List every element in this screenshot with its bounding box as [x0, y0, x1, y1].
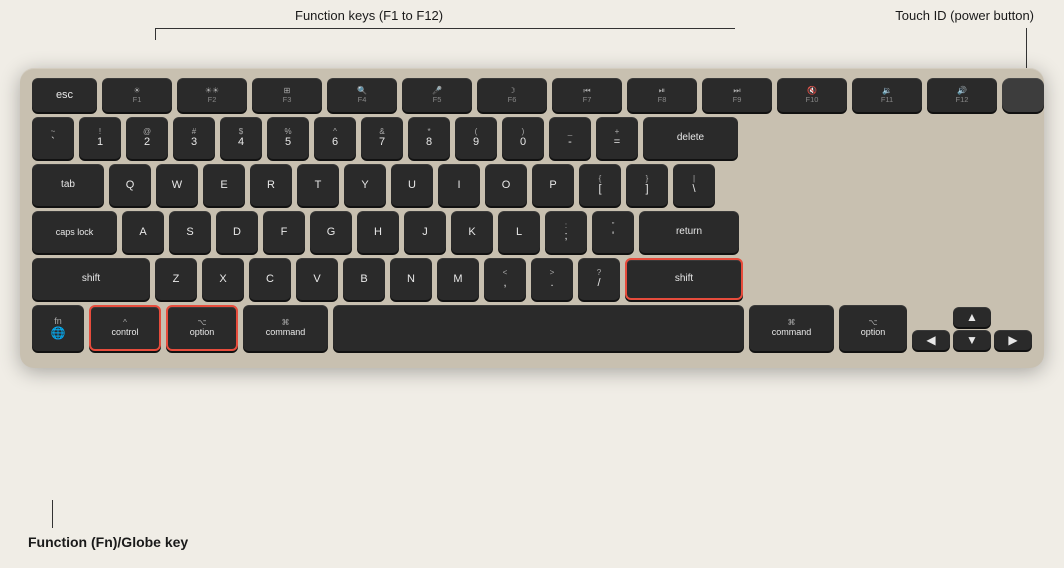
key-tab[interactable]: tab: [32, 164, 104, 206]
fn-globe-label: Function (Fn)/Globe key: [28, 534, 188, 550]
key-backslash[interactable]: |\: [673, 164, 715, 206]
key-arrow-right[interactable]: ▶: [994, 330, 1032, 350]
key-6[interactable]: ^6: [314, 117, 356, 159]
key-esc[interactable]: esc: [32, 78, 97, 112]
key-8[interactable]: *8: [408, 117, 450, 159]
key-space[interactable]: [333, 305, 744, 351]
key-q[interactable]: Q: [109, 164, 151, 206]
key-f3[interactable]: ⊞F3: [252, 78, 322, 112]
key-arrow-left[interactable]: ◀: [912, 330, 950, 350]
keyboard: esc ☀F1 ☀☀F2 ⊞F3 🔍F4 🎤F5 ☽F6 ⏮F7 ⏯F8 ⏭F9…: [20, 68, 1044, 368]
key-3[interactable]: #3: [173, 117, 215, 159]
key-f10[interactable]: 🔇F10: [777, 78, 847, 112]
key-4[interactable]: $4: [220, 117, 262, 159]
key-backtick[interactable]: ~`: [32, 117, 74, 159]
fn-row: esc ☀F1 ☀☀F2 ⊞F3 🔍F4 🎤F5 ☽F6 ⏮F7 ⏯F8 ⏭F9…: [32, 78, 1032, 112]
key-j[interactable]: J: [404, 211, 446, 253]
key-shift-left[interactable]: shift: [32, 258, 150, 300]
key-t[interactable]: T: [297, 164, 339, 206]
key-period[interactable]: >.: [531, 258, 573, 300]
key-f6[interactable]: ☽F6: [477, 78, 547, 112]
key-a[interactable]: A: [122, 211, 164, 253]
key-fn[interactable]: fn 🌐: [32, 305, 84, 351]
key-control-left[interactable]: ^ control: [89, 305, 161, 351]
key-f5[interactable]: 🎤F5: [402, 78, 472, 112]
key-delete[interactable]: delete: [643, 117, 738, 159]
function-keys-label: Function keys (F1 to F12): [295, 8, 443, 23]
arrow-cluster: ▲ ◀ ▼ ▶: [912, 307, 1032, 350]
key-u[interactable]: U: [391, 164, 433, 206]
key-shift-right[interactable]: shift: [625, 258, 743, 300]
key-option-right[interactable]: ⌥ option: [839, 305, 907, 351]
key-b[interactable]: B: [343, 258, 385, 300]
key-m[interactable]: M: [437, 258, 479, 300]
key-y[interactable]: Y: [344, 164, 386, 206]
key-v[interactable]: V: [296, 258, 338, 300]
key-command-right[interactable]: ⌘ command: [749, 305, 834, 351]
key-f9[interactable]: ⏭F9: [702, 78, 772, 112]
key-comma[interactable]: <,: [484, 258, 526, 300]
key-2[interactable]: @2: [126, 117, 168, 159]
fn-globe-line: [52, 500, 53, 528]
key-0[interactable]: )0: [502, 117, 544, 159]
key-f[interactable]: F: [263, 211, 305, 253]
key-slash[interactable]: ?/: [578, 258, 620, 300]
key-option-left[interactable]: ⌥ option: [166, 305, 238, 351]
function-keys-line: [155, 28, 735, 29]
key-x[interactable]: X: [202, 258, 244, 300]
key-p[interactable]: P: [532, 164, 574, 206]
number-row: ~` !1 @2 #3 $4 %5 ^6 &7 *8 (9 )0 _- += d…: [32, 117, 1032, 159]
key-f1[interactable]: ☀F1: [102, 78, 172, 112]
function-keys-line-left: [155, 28, 156, 40]
key-command-left[interactable]: ⌘ command: [243, 305, 328, 351]
key-w[interactable]: W: [156, 164, 198, 206]
key-s[interactable]: S: [169, 211, 211, 253]
key-k[interactable]: K: [451, 211, 493, 253]
key-capslock[interactable]: caps lock: [32, 211, 117, 253]
key-g[interactable]: G: [310, 211, 352, 253]
key-c[interactable]: C: [249, 258, 291, 300]
bottom-row: fn 🌐 ^ control ⌥ option ⌘ command ⌘ comm…: [32, 305, 1032, 351]
qwerty-row: tab Q W E R T Y U I O P {[ }] |\: [32, 164, 1032, 206]
key-equals[interactable]: +=: [596, 117, 638, 159]
key-arrow-down[interactable]: ▼: [953, 330, 991, 350]
key-n[interactable]: N: [390, 258, 432, 300]
key-return[interactable]: return: [639, 211, 739, 253]
key-f12[interactable]: 🔊F12: [927, 78, 997, 112]
key-touchid[interactable]: [1002, 78, 1044, 112]
key-7[interactable]: &7: [361, 117, 403, 159]
key-arrow-up[interactable]: ▲: [953, 307, 991, 327]
key-r[interactable]: R: [250, 164, 292, 206]
key-l[interactable]: L: [498, 211, 540, 253]
touch-id-line: [1026, 28, 1027, 73]
key-f7[interactable]: ⏮F7: [552, 78, 622, 112]
key-f4[interactable]: 🔍F4: [327, 78, 397, 112]
key-semicolon[interactable]: :;: [545, 211, 587, 253]
key-quote[interactable]: "': [592, 211, 634, 253]
key-5[interactable]: %5: [267, 117, 309, 159]
home-row: caps lock A S D F G H J K L :; "' return: [32, 211, 1032, 253]
key-9[interactable]: (9: [455, 117, 497, 159]
key-z[interactable]: Z: [155, 258, 197, 300]
key-d[interactable]: D: [216, 211, 258, 253]
key-o[interactable]: O: [485, 164, 527, 206]
key-h[interactable]: H: [357, 211, 399, 253]
key-f11[interactable]: 🔉F11: [852, 78, 922, 112]
key-f8[interactable]: ⏯F8: [627, 78, 697, 112]
key-minus[interactable]: _-: [549, 117, 591, 159]
key-f2[interactable]: ☀☀F2: [177, 78, 247, 112]
key-e[interactable]: E: [203, 164, 245, 206]
shift-row: shift Z X C V B N M <, >. ?/ shift: [32, 258, 1032, 300]
key-1[interactable]: !1: [79, 117, 121, 159]
key-open-bracket[interactable]: {[: [579, 164, 621, 206]
key-i[interactable]: I: [438, 164, 480, 206]
key-close-bracket[interactable]: }]: [626, 164, 668, 206]
touch-id-label: Touch ID (power button): [895, 8, 1034, 23]
